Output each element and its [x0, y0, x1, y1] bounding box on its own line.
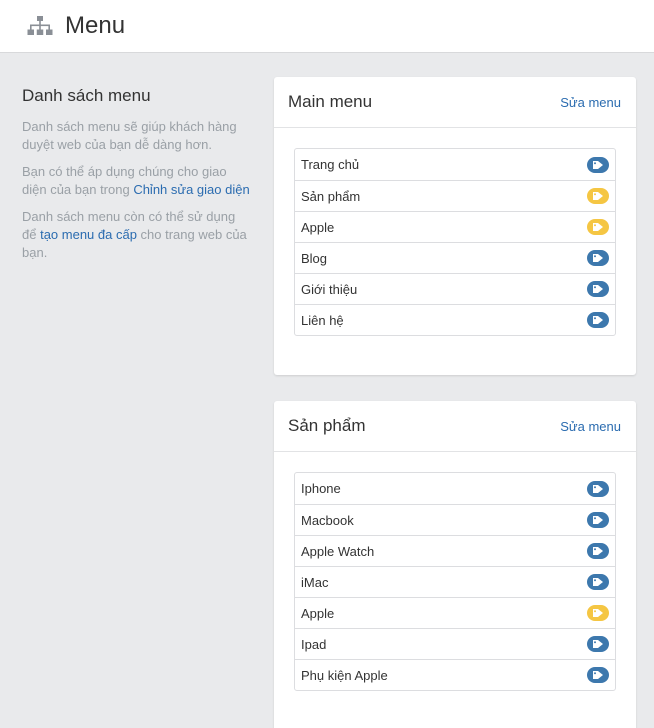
menu-item-label: Giới thiệu — [301, 281, 358, 297]
tag-icon[interactable] — [587, 667, 609, 683]
menu-item-row[interactable]: Iphone — [295, 473, 615, 504]
menu-item-label: Liên hệ — [301, 312, 344, 328]
menu-item-label: Blog — [301, 250, 328, 266]
menu-item-row[interactable]: Giới thiệu — [295, 273, 615, 304]
tag-icon[interactable] — [587, 156, 609, 173]
tag-icon[interactable] — [587, 188, 609, 204]
sitemap-icon — [27, 16, 53, 35]
menu-item-label: iMac — [301, 574, 329, 590]
menu-item-row[interactable]: Trang chủ — [295, 149, 615, 180]
tag-icon[interactable] — [587, 250, 609, 266]
tag-icon[interactable] — [587, 512, 609, 528]
tag-icon[interactable] — [587, 543, 609, 559]
card-body: Trang chủ Sản phẩm Apple Blog Giới thiệu Liên… — [274, 128, 636, 336]
menu-item-label: Apple — [301, 605, 335, 621]
menu-item-row[interactable]: Macbook — [295, 504, 615, 535]
menu-item-label: Phụ kiện Apple — [301, 667, 388, 683]
menu-card-main: Main menu Sửa menu Trang chủ Sản phẩm Appl… — [274, 77, 636, 375]
card-title: Sản phẩm — [288, 416, 366, 435]
menu-item-row[interactable]: Liên hệ — [295, 304, 615, 335]
menu-item-label: Apple Watch — [301, 543, 375, 559]
tag-icon[interactable] — [587, 605, 609, 621]
card-title: Main menu — [288, 92, 373, 111]
info-paragraph-1: Danh sách menu sẽ giúp khách hàng duyệt … — [22, 119, 237, 152]
menu-item-row[interactable]: Blog — [295, 242, 615, 273]
page-title: Menu — [65, 12, 126, 39]
menu-item-list: Trang chủ Sản phẩm Apple Blog Giới thiệu Liên… — [294, 148, 616, 336]
tag-icon[interactable] — [587, 281, 609, 297]
menu-item-label: Iphone — [301, 481, 341, 496]
menu-card-products: Sản phẩm Sửa menu Iphone Macbook Apple Wat… — [274, 401, 636, 728]
menu-item-label: Sản phẩm — [301, 188, 361, 204]
page-header: Menu — [0, 0, 654, 53]
menu-item-label: Apple — [301, 219, 335, 235]
menu-item-row[interactable]: Apple — [295, 597, 615, 628]
tag-icon[interactable] — [587, 574, 609, 590]
edit-theme-link[interactable]: Chỉnh sửa giao diện — [133, 182, 249, 197]
tag-icon[interactable] — [587, 480, 609, 497]
menu-item-row[interactable]: Phụ kiện Apple — [295, 659, 615, 690]
card-header: Main menu Sửa menu — [274, 77, 636, 128]
tag-icon[interactable] — [587, 312, 609, 328]
edit-menu-link[interactable]: Sửa menu — [560, 419, 621, 434]
info-heading: Danh sách menu — [22, 86, 151, 105]
menu-item-label: Trang chủ — [301, 157, 360, 172]
multilevel-menu-link[interactable]: tạo menu đa cấp — [40, 227, 137, 242]
menu-item-row[interactable]: Sản phẩm — [295, 180, 615, 211]
info-paragraph-2: Bạn có thể áp dụng chúng cho giao diện c… — [22, 163, 252, 199]
menu-item-label: Ipad — [301, 636, 327, 652]
tag-icon[interactable] — [587, 219, 609, 235]
menu-item-row[interactable]: Apple — [295, 211, 615, 242]
card-body: Iphone Macbook Apple Watch iMac Apple Ipad Phụ… — [274, 452, 636, 691]
info-paragraph-3: Danh sách menu còn có thể sử dụng để tạo… — [22, 208, 252, 262]
menu-item-label: Macbook — [301, 512, 354, 528]
card-header: Sản phẩm Sửa menu — [274, 401, 636, 452]
menu-item-row[interactable]: Ipad — [295, 628, 615, 659]
menu-item-list: Iphone Macbook Apple Watch iMac Apple Ipad Phụ… — [294, 472, 616, 691]
tag-icon[interactable] — [587, 636, 609, 652]
info-panel: Danh sách menu Danh sách menu sẽ giúp kh… — [22, 86, 252, 271]
edit-menu-link[interactable]: Sửa menu — [560, 95, 621, 110]
menu-item-row[interactable]: Apple Watch — [295, 535, 615, 566]
menu-item-row[interactable]: iMac — [295, 566, 615, 597]
